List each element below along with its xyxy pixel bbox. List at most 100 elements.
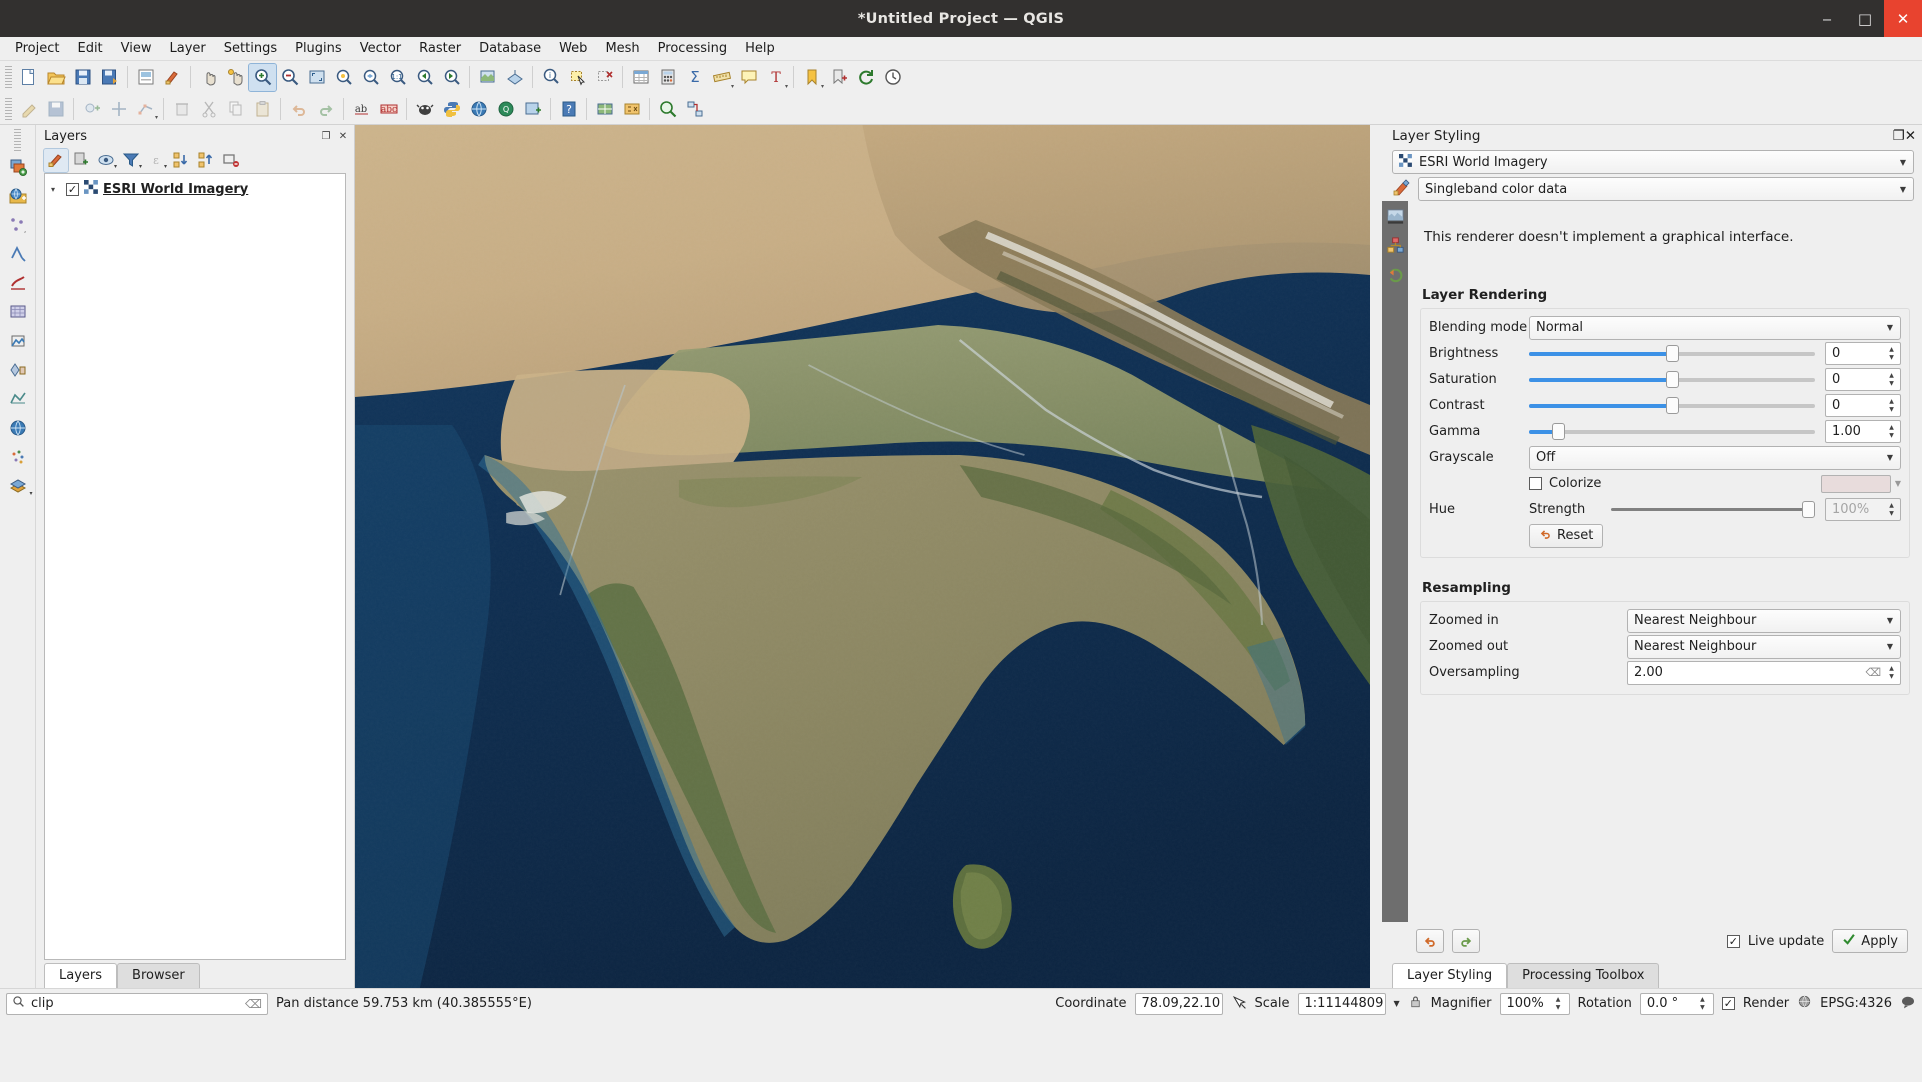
brightness-spinbox[interactable]: 0 ▲ ▼ (1825, 342, 1901, 365)
contrast-spinbox[interactable]: 0 ▲ ▼ (1825, 394, 1901, 417)
redo-button[interactable] (312, 95, 339, 122)
minimize-button[interactable]: ‒ (1808, 0, 1846, 37)
chevron-down-icon[interactable]: ▼ (1900, 185, 1906, 194)
menu-mesh[interactable]: Mesh (596, 39, 648, 58)
spinner-arrows-icon[interactable]: ▲ ▼ (1885, 346, 1898, 362)
plugin-manager-button[interactable] (411, 95, 438, 122)
filter-legend-by-expression-icon[interactable]: ε ▾ (144, 149, 168, 172)
toggle-editing-button[interactable] (15, 95, 42, 122)
copy-features-button[interactable] (222, 95, 249, 122)
maximize-button[interactable]: □ (1846, 0, 1884, 37)
paste-features-button[interactable] (249, 95, 276, 122)
processing-model-button[interactable] (681, 95, 708, 122)
new-spatial-bookmark-button[interactable] (825, 64, 852, 91)
chevron-down-icon[interactable]: ▼ (1895, 479, 1901, 488)
zoom-in-button[interactable] (248, 62, 277, 92)
save-project-as-button[interactable] (96, 64, 123, 91)
chevron-down-icon[interactable]: ▼ (1887, 642, 1893, 651)
georeferencer-button[interactable] (591, 95, 618, 122)
close-icon[interactable]: ✕ (1905, 128, 1916, 144)
add-group-icon[interactable] (69, 149, 93, 172)
add-wms-layer-icon[interactable] (3, 327, 33, 354)
spinner-arrows-icon[interactable]: ▲ ▼ (1885, 665, 1898, 681)
data-source-manager-button[interactable] (519, 95, 546, 122)
globe-icon[interactable] (1797, 994, 1812, 1013)
rotation-field[interactable]: 0.0 ° ▲ ▼ (1639, 992, 1714, 1015)
chevron-down-icon[interactable]: ▼ (1887, 616, 1893, 625)
show-map-tips-button[interactable] (735, 64, 762, 91)
zoom-next-button[interactable] (438, 64, 465, 91)
deselect-features-button[interactable] (591, 64, 618, 91)
show-bookmarks-button[interactable]: ▾ (798, 64, 825, 91)
layer-visibility-checkbox[interactable]: ✓ (66, 182, 79, 196)
redo-style-button[interactable] (1452, 929, 1480, 953)
map-canvas-container[interactable] (354, 125, 1370, 988)
chevron-down-icon[interactable]: ▼ (1887, 323, 1893, 332)
new-3d-map-view-button[interactable] (501, 64, 528, 91)
zoom-full-button[interactable] (303, 64, 330, 91)
spinner-arrows-icon[interactable]: ▲ ▼ (1885, 424, 1898, 440)
zoom-last-button[interactable] (411, 64, 438, 91)
zoom-out-button[interactable] (276, 64, 303, 91)
menu-web[interactable]: Web (550, 39, 596, 58)
save-layer-edits-button[interactable] (42, 95, 69, 122)
messages-icon[interactable] (1900, 994, 1916, 1014)
slider-handle[interactable] (1666, 345, 1679, 362)
menu-vector[interactable]: Vector (351, 39, 410, 58)
menu-edit[interactable]: Edit (68, 39, 111, 58)
menu-database[interactable]: Database (470, 39, 550, 58)
close-button[interactable]: ✕ (1884, 0, 1922, 37)
menu-settings[interactable]: Settings (215, 39, 286, 58)
slider-handle[interactable] (1802, 501, 1815, 518)
undo-style-button[interactable] (1416, 929, 1444, 953)
add-spatialite-layer-icon[interactable] (3, 269, 33, 296)
saturation-spinbox[interactable]: 0 ▲ ▼ (1825, 368, 1901, 391)
render-checkbox[interactable]: ✓ (1721, 997, 1735, 1010)
spinner-arrows-icon[interactable]: ▲ ▼ (1885, 398, 1898, 414)
open-attribute-table-button[interactable] (627, 64, 654, 91)
layer-tree-item[interactable]: ▾ ✓ ESRI World Imagery (45, 178, 345, 200)
cut-features-button[interactable] (195, 95, 222, 122)
identify-features-button[interactable]: i (537, 64, 564, 91)
new-project-button[interactable] (15, 64, 42, 91)
show-help-button[interactable]: ? (555, 95, 582, 122)
colorize-color-swatch[interactable] (1820, 474, 1891, 493)
apply-button[interactable]: Apply (1832, 929, 1908, 953)
add-feature-button[interactable] (78, 95, 105, 122)
zoomed-in-combo[interactable]: Nearest Neighbour ▼ (1627, 608, 1901, 633)
new-virtual-layer-icon[interactable] (3, 356, 33, 383)
live-update-checkbox[interactable]: ✓ (1726, 934, 1740, 948)
add-raster-layer-icon[interactable] (3, 182, 33, 209)
style-manager-button[interactable] (159, 64, 186, 91)
label-tool-button[interactable]: ab (348, 95, 375, 122)
layer-tree[interactable]: ▾ ✓ ESRI World Imagery (44, 173, 346, 960)
open-project-button[interactable] (42, 64, 69, 91)
open-layer-styling-panel-icon[interactable] (43, 147, 69, 173)
pan-to-selection-button[interactable] (222, 64, 249, 91)
manage-map-themes-icon[interactable]: ▾ (94, 149, 118, 172)
strength-spinbox[interactable]: 100% ▲ ▼ (1825, 498, 1901, 521)
select-features-button[interactable] (564, 64, 591, 91)
pan-map-button[interactable] (195, 64, 222, 91)
map-canvas[interactable] (355, 125, 1370, 988)
clear-icon[interactable]: ⌫ (245, 997, 262, 1011)
layer-selector-combo[interactable]: ESRI World Imagery ▼ (1392, 150, 1914, 174)
tab-layer-styling[interactable]: Layer Styling (1392, 963, 1508, 988)
collapse-all-icon[interactable] (194, 149, 218, 172)
text-annotation-button[interactable]: T ▾ (762, 64, 789, 91)
filter-legend-by-map-content-icon[interactable]: ▾ (119, 149, 143, 172)
saturation-slider[interactable] (1529, 371, 1815, 389)
chevron-down-icon[interactable]: ▼ (1900, 158, 1906, 167)
toolbar-grip[interactable] (5, 97, 12, 120)
menu-view[interactable]: View (112, 39, 161, 58)
chevron-down-icon[interactable]: ▼ (1394, 999, 1400, 1008)
spinner-arrows-icon[interactable]: ▲ ▼ (1885, 372, 1898, 388)
delete-selected-button[interactable] (168, 95, 195, 122)
spinner-arrows-icon[interactable]: ▲ ▼ (1696, 996, 1709, 1012)
add-mesh-layer-icon[interactable] (3, 385, 33, 412)
add-postgis-layer-icon[interactable] (3, 240, 33, 267)
search-query-button[interactable] (654, 95, 681, 122)
add-point-cloud-layer-icon[interactable] (3, 443, 33, 470)
move-feature-button[interactable] (105, 95, 132, 122)
contrast-slider[interactable] (1529, 397, 1815, 415)
